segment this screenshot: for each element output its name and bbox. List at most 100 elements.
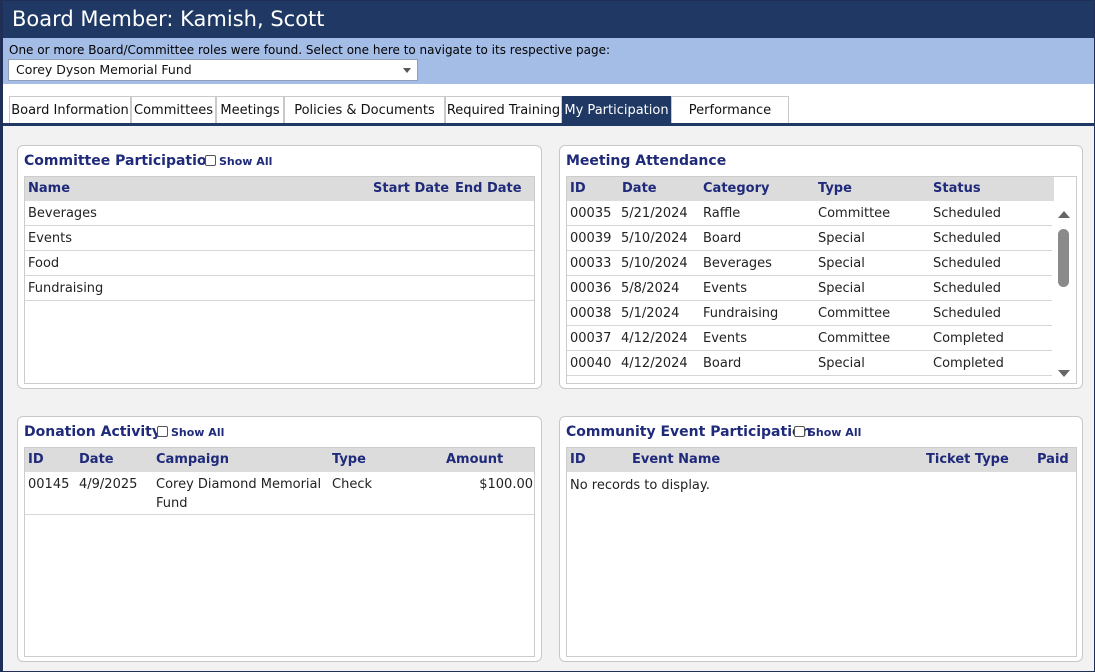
donation-campaign-cell: Corey Diamond Memorial xyxy=(156,477,322,492)
meeting-status-cell: Completed xyxy=(933,356,1004,371)
main-content: Committee Participation Show All Name St… xyxy=(3,126,1094,671)
meeting-category-cell: Events xyxy=(703,331,748,346)
tab-committees[interactable]: Committees xyxy=(131,96,216,124)
community-event-grid: ID Event Name Ticket Type Paid No record… xyxy=(566,447,1077,657)
donation-date-cell: 4/9/2025 xyxy=(79,477,138,492)
meeting-date-cell: 5/10/2024 xyxy=(621,256,688,271)
table-row[interactable]: Food xyxy=(25,251,534,276)
column-header-id[interactable]: ID xyxy=(570,452,586,467)
committee-name-cell: Food xyxy=(28,256,60,271)
column-header-date[interactable]: Date xyxy=(622,181,657,196)
empty-state-message: No records to display. xyxy=(570,478,710,493)
column-header-event-name[interactable]: Event Name xyxy=(632,452,720,467)
scroll-down-arrow-icon[interactable] xyxy=(1058,370,1070,377)
table-row[interactable]: 00040 4/12/2024 Board Special Completed xyxy=(567,351,1054,376)
donation-show-all[interactable]: Show All xyxy=(157,426,224,439)
committee-participation-title: Committee Participation xyxy=(24,153,217,169)
meeting-type-cell: Committee xyxy=(818,331,891,346)
meeting-status-cell: Scheduled xyxy=(933,231,1001,246)
table-row[interactable]: 00145 4/9/2025 Corey Diamond Memorial Fu… xyxy=(25,472,534,515)
committee-name-cell: Events xyxy=(28,231,73,246)
donation-amount-cell: $100.00 xyxy=(479,477,533,492)
meeting-status-cell: Scheduled xyxy=(933,256,1001,271)
table-row[interactable]: Events xyxy=(25,226,534,251)
table-row[interactable]: 00033 5/10/2024 Beverages Special Schedu… xyxy=(567,251,1054,276)
column-header-type[interactable]: Type xyxy=(332,452,366,467)
column-header-id[interactable]: ID xyxy=(570,181,586,196)
role-select-value: Corey Dyson Memorial Fund xyxy=(16,62,192,77)
column-header-end-date[interactable]: End Date xyxy=(455,181,522,196)
tab-meetings[interactable]: Meetings xyxy=(216,96,284,124)
tab-my-participation[interactable]: My Participation xyxy=(562,96,671,124)
table-row[interactable]: 00039 5/10/2024 Board Special Scheduled xyxy=(567,226,1054,251)
meeting-date-cell: 5/21/2024 xyxy=(621,206,688,221)
page-title: Board Member: Kamish, Scott xyxy=(3,1,1094,38)
meeting-type-cell: Special xyxy=(818,281,865,296)
scrollbar-thumb[interactable] xyxy=(1058,229,1069,287)
column-header-status[interactable]: Status xyxy=(933,181,981,196)
table-row[interactable]: 00035 5/21/2024 Raffle Committee Schedul… xyxy=(567,201,1054,226)
table-row[interactable]: 00037 4/12/2024 Events Committee Complet… xyxy=(567,326,1054,351)
show-all-checkbox[interactable] xyxy=(157,426,168,437)
column-header-type[interactable]: Type xyxy=(818,181,852,196)
committee-grid: Name Start Date End Date Beverages Event… xyxy=(24,176,535,384)
donation-grid: ID Date Campaign Type Amount 00145 4/9/2… xyxy=(24,447,535,657)
meeting-id-cell: 00038 xyxy=(570,306,612,321)
meeting-id-cell: 00037 xyxy=(570,331,612,346)
meeting-category-cell: Board xyxy=(703,356,742,371)
show-all-label: Show All xyxy=(808,426,862,439)
community-event-show-all[interactable]: Show All xyxy=(794,426,861,439)
meeting-status-cell: Scheduled xyxy=(933,306,1001,321)
meeting-date-cell: 5/10/2024 xyxy=(621,231,688,246)
tab-board-information[interactable]: Board Information xyxy=(9,96,131,124)
meeting-date-cell: 4/12/2024 xyxy=(621,331,688,346)
meeting-category-cell: Events xyxy=(703,281,748,296)
meeting-status-cell: Scheduled xyxy=(933,206,1001,221)
show-all-checkbox[interactable] xyxy=(205,155,216,166)
tab-performance-data[interactable]: Performance Data xyxy=(671,96,789,146)
committee-name-cell: Beverages xyxy=(28,206,97,221)
column-header-date[interactable]: Date xyxy=(79,452,114,467)
meeting-type-cell: Committee xyxy=(818,306,891,321)
donation-grid-header: ID Date Campaign Type Amount xyxy=(25,448,534,472)
column-header-paid[interactable]: Paid xyxy=(1037,452,1069,467)
meeting-id-cell: 00036 xyxy=(570,281,612,296)
column-header-name[interactable]: Name xyxy=(28,181,70,196)
tab-bar: Board Information Committees Meetings Po… xyxy=(3,84,1094,146)
column-header-ticket-type[interactable]: Ticket Type xyxy=(926,452,1009,467)
table-row[interactable]: 00038 5/1/2024 Fundraising Committee Sch… xyxy=(567,301,1054,326)
committee-name-cell: Fundraising xyxy=(28,281,104,296)
app-window: Board Member: Kamish, Scott One or more … xyxy=(0,0,1095,672)
show-all-label: Show All xyxy=(219,155,273,168)
tab-policies-documents[interactable]: Policies & Documents (2) xyxy=(284,96,445,146)
donation-activity-panel: Donation Activity Show All ID Date Campa… xyxy=(17,416,542,662)
tab-required-training[interactable]: Required Training xyxy=(445,96,562,124)
show-all-checkbox[interactable] xyxy=(794,426,805,437)
meeting-category-cell: Board xyxy=(703,231,742,246)
show-all-label: Show All xyxy=(171,426,225,439)
table-row[interactable]: Beverages xyxy=(25,201,534,226)
donation-campaign-cell-line2: Fund xyxy=(156,496,188,511)
meeting-date-cell: 4/12/2024 xyxy=(621,356,688,371)
table-row[interactable]: 00036 5/8/2024 Events Special Scheduled xyxy=(567,276,1054,301)
meeting-type-cell: Committee xyxy=(818,206,891,221)
community-event-title: Community Event Participation xyxy=(566,424,812,440)
role-select-dropdown[interactable]: Corey Dyson Memorial Fund xyxy=(8,59,418,81)
scroll-up-arrow-icon[interactable] xyxy=(1058,211,1070,218)
table-row[interactable]: Fundraising xyxy=(25,276,534,301)
column-header-amount[interactable]: Amount xyxy=(446,452,503,467)
committee-participation-panel: Committee Participation Show All Name St… xyxy=(17,145,542,389)
meeting-type-cell: Special xyxy=(818,356,865,371)
column-header-category[interactable]: Category xyxy=(703,181,769,196)
column-header-id[interactable]: ID xyxy=(28,452,44,467)
column-header-start-date[interactable]: Start Date xyxy=(373,181,449,196)
role-selector-bar: One or more Board/Committee roles were f… xyxy=(3,38,1094,84)
meeting-grid-header: ID Date Category Type Status xyxy=(567,177,1054,201)
community-event-grid-header: ID Event Name Ticket Type Paid xyxy=(567,448,1076,472)
meeting-grid-scrollbar[interactable] xyxy=(1052,201,1076,383)
meeting-grid: ID Date Category Type Status 00035 5/21/… xyxy=(566,176,1077,384)
meeting-status-cell: Scheduled xyxy=(933,281,1001,296)
column-header-campaign[interactable]: Campaign xyxy=(156,452,229,467)
committee-show-all[interactable]: Show All xyxy=(205,155,272,168)
chevron-down-icon[interactable] xyxy=(403,68,411,73)
